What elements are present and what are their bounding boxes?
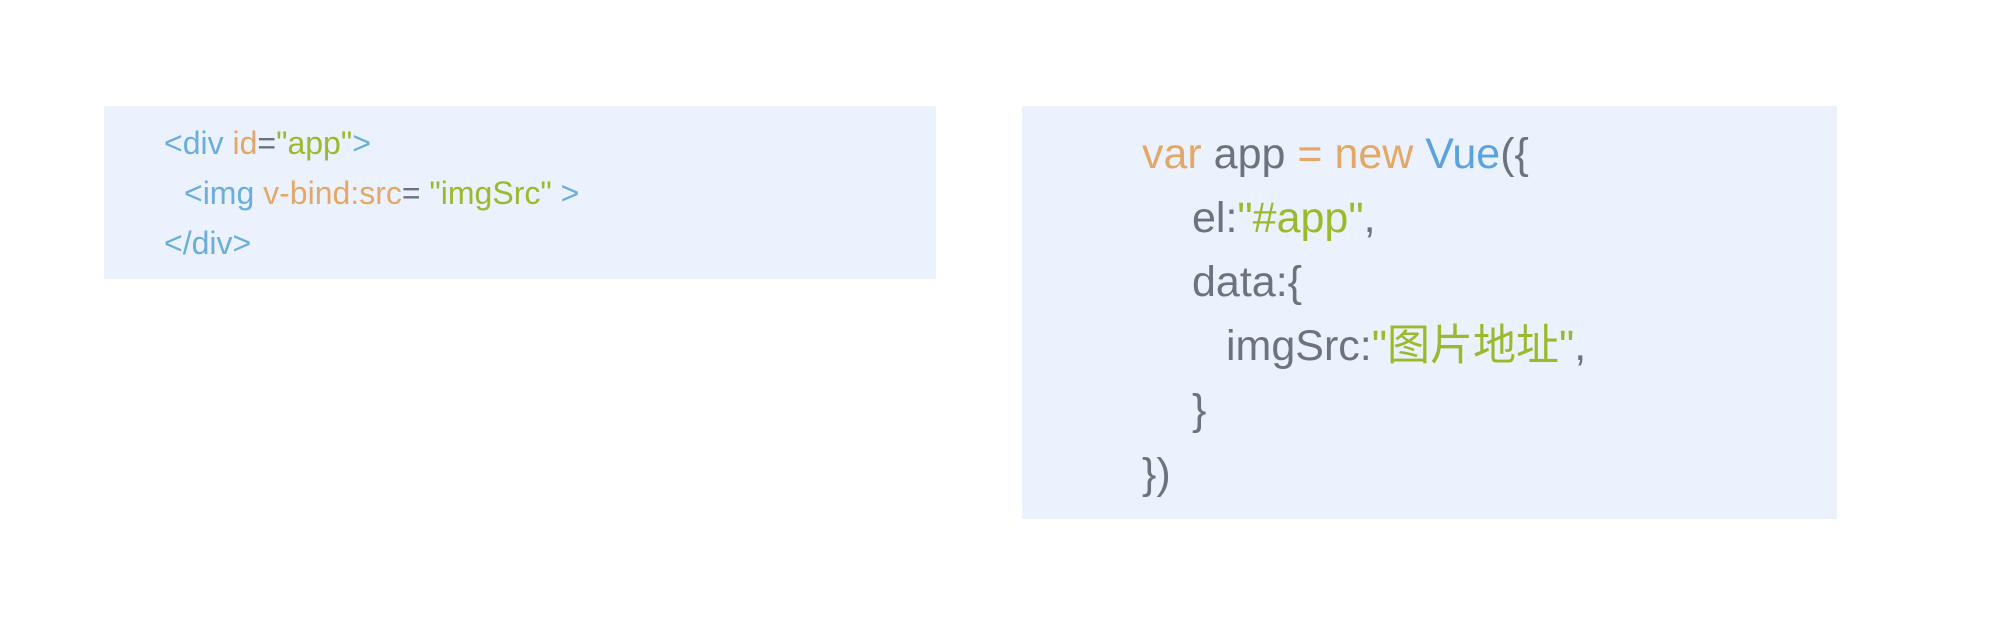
html-tag-close: > [352, 125, 371, 161]
js-identifier-app: app [1201, 130, 1298, 178]
html-equals: = [257, 125, 277, 161]
html-line-div-open: <div id="app"> [164, 118, 936, 168]
js-punctuation: , [1574, 322, 1587, 370]
js-string-app-selector: "#app" [1237, 194, 1364, 242]
html-closing-tag: </div> [164, 225, 252, 261]
js-code-block: var app = new Vue({ el:"#app", data:{ im… [1022, 106, 1837, 519]
js-constructor-vue: Vue [1425, 130, 1501, 178]
js-string-quote-close: " [1559, 322, 1575, 370]
html-attr-v-bind-src: v-bind:src [263, 175, 402, 211]
js-string-image-address: 图片地址 [1387, 321, 1559, 371]
js-close-call: }) [1142, 450, 1171, 498]
js-punctuation: , [1363, 194, 1376, 242]
html-attr-id: id [232, 125, 258, 161]
html-equals: = [401, 175, 430, 211]
js-line-imgsrc: imgSrc:"图片地址", [1142, 314, 1837, 378]
js-close-brace: } [1192, 386, 1207, 434]
js-line-data: data:{ [1142, 250, 1837, 314]
cropped-heading-fragment [300, 0, 760, 6]
html-code-block: <div id="app"> <img v-bind:src= "imgSrc"… [104, 106, 936, 279]
html-line-img: <img v-bind:src= "imgSrc" > [164, 168, 936, 218]
html-img-tag-close: > [551, 175, 580, 211]
js-line-el: el:"#app", [1142, 186, 1837, 250]
js-keyword-var: var [1142, 130, 1202, 178]
js-key-el: el: [1192, 194, 1238, 242]
html-img-tag-open: <img [184, 175, 264, 211]
js-operator-assign: = [1297, 130, 1323, 178]
js-string-quote-open: " [1371, 322, 1387, 370]
js-line-vue-instance: var app = new Vue({ [1142, 122, 1837, 186]
js-line-close-brace: } [1142, 378, 1837, 442]
js-line-close-call: }) [1142, 442, 1837, 506]
js-key-data: data:{ [1192, 258, 1302, 306]
html-attr-value: "imgSrc" [429, 175, 552, 211]
js-keyword-new: new [1322, 130, 1426, 178]
js-key-imgsrc: imgSrc: [1226, 322, 1372, 370]
html-attr-value: "app" [276, 125, 353, 161]
html-tag-open: <div [164, 125, 233, 161]
html-line-div-close: </div> [164, 218, 936, 268]
js-punctuation: ({ [1500, 130, 1529, 178]
